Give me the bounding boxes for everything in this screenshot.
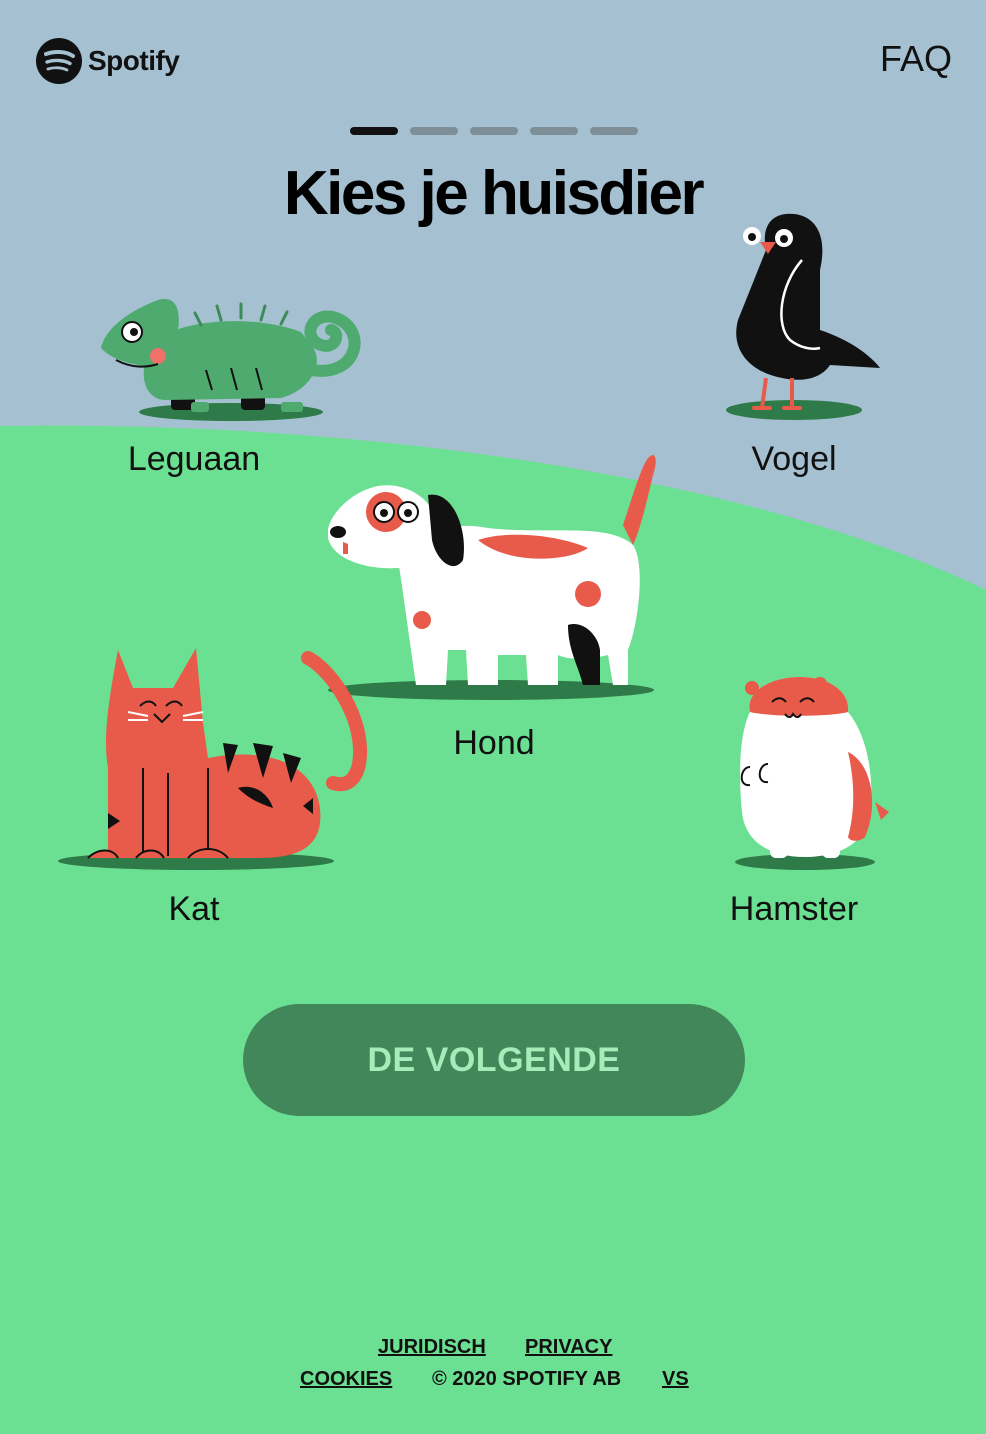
spotify-logo-icon [36,38,82,84]
pet-label-hond: Hond [453,724,535,762]
progress-step-active [350,127,398,135]
footer-link-region[interactable]: VS [662,1368,689,1391]
pet-option-leguaan[interactable] [96,290,366,425]
brand-name: Spotify [88,45,180,76]
next-button[interactable]: DE VOLGENDE [243,1004,745,1116]
pet-option-kat[interactable] [58,648,368,873]
pet-label-hamster: Hamster [729,890,859,928]
footer-link-juridisch[interactable]: JURIDISCH [378,1336,486,1359]
hamster-icon [735,677,889,870]
faq-link[interactable]: FAQ [880,38,952,80]
cat-icon [58,648,368,870]
step-progress [350,127,638,135]
progress-step [590,127,638,135]
footer-link-cookies[interactable]: COOKIES [300,1368,392,1391]
progress-step [410,127,458,135]
progress-step [470,127,518,135]
pet-label-leguaan: Leguaan [127,440,261,478]
footer-copyright: © 2020 SPOTIFY AB [432,1368,622,1390]
pet-option-hamster[interactable] [730,672,895,872]
dog-icon [328,455,656,700]
progress-step [530,127,578,135]
pet-label-vogel: Vogel [751,440,837,478]
bird-icon [726,213,880,420]
iguana-icon [101,299,361,421]
footer-link-privacy[interactable]: PRIVACY [525,1336,612,1359]
pet-option-vogel[interactable] [720,210,885,425]
pet-option-hond[interactable] [328,450,658,705]
spotify-logo[interactable]: Spotify [36,38,180,84]
pet-label-kat: Kat [168,890,220,928]
